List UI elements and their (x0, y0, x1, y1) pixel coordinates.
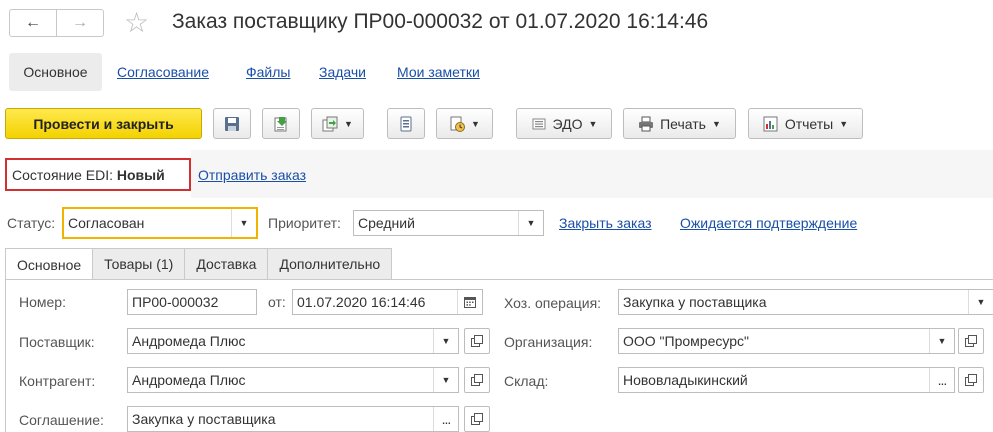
tab-additional[interactable]: Дополнительно (267, 248, 393, 279)
chevron-down-icon[interactable]: ▼ (433, 329, 458, 353)
create-based-icon (322, 116, 338, 131)
supplier-field[interactable]: Андромеда Плюс ▼ (127, 328, 459, 354)
chevron-down-icon: ▼ (711, 118, 721, 129)
open-form-icon (471, 335, 483, 347)
chevron-down-icon[interactable]: ▼ (968, 290, 993, 314)
contractor-label: Контрагент: (19, 373, 96, 389)
date-label: от: (268, 294, 286, 310)
awaiting-confirmation-link[interactable]: Ожидается подтверждение (680, 215, 857, 231)
number-value: ПР00-000032 (132, 294, 219, 310)
edi-bar-background (191, 150, 993, 198)
close-order-link[interactable]: Закрыть заказ (559, 215, 652, 231)
form-tabs: Основное Товары (1) Доставка Дополнитель… (5, 248, 393, 280)
date-field[interactable]: 01.07.2020 16:14:46 (292, 289, 483, 315)
open-warehouse-button[interactable] (958, 367, 984, 393)
organization-label: Организация: (504, 334, 593, 350)
open-contractor-button[interactable] (464, 367, 490, 393)
warehouse-label: Склад: (504, 373, 549, 389)
nav-item-notes[interactable]: Мои заметки (397, 64, 480, 80)
open-form-icon (965, 335, 977, 347)
chevron-down-icon[interactable]: ▼ (433, 368, 458, 392)
page-title: Заказ поставщику ПР00-000032 от 01.07.20… (172, 10, 709, 33)
supplier-value: Андромеда Плюс (132, 333, 246, 349)
post-and-close-button[interactable]: Провести и закрыть (5, 108, 202, 139)
priority-label: Приоритет: (268, 215, 341, 231)
status-label: Статус: (7, 215, 56, 231)
chevron-down-icon[interactable]: ▼ (518, 211, 543, 235)
organization-value: ООО "Промресурс" (623, 333, 749, 349)
open-form-icon (965, 374, 977, 386)
chevron-down-icon: ▼ (839, 118, 849, 129)
reports-button[interactable]: Отчеты ▼ (748, 108, 863, 139)
warehouse-value: Нововладыкинский (623, 372, 748, 388)
open-form-icon (471, 413, 483, 425)
status-select[interactable]: Согласован ▼ (62, 207, 258, 239)
tab-main[interactable]: Основное (5, 248, 94, 280)
chevron-down-icon[interactable]: ▼ (231, 209, 256, 237)
create-based-on-button[interactable]: ▼ (311, 108, 364, 139)
select-ellipsis-icon[interactable]: ... (929, 368, 954, 392)
contractor-field[interactable]: Андромеда Плюс ▼ (127, 367, 459, 393)
number-label: Номер: (19, 294, 66, 310)
list-icon (400, 116, 412, 131)
priority-select[interactable]: Средний ▼ (353, 210, 544, 236)
edo-label: ЭДО (552, 115, 583, 132)
operation-label: Хоз. операция: (504, 295, 602, 311)
printer-icon (639, 116, 654, 131)
warehouse-field[interactable]: Нововладыкинский ... (618, 367, 955, 393)
number-field[interactable]: ПР00-000032 (127, 289, 257, 315)
nav-item-approval[interactable]: Согласование (117, 64, 209, 80)
open-supplier-button[interactable] (464, 328, 490, 354)
tab-delivery[interactable]: Доставка (184, 248, 269, 279)
arrow-left-icon: ← (25, 14, 41, 31)
date-value: 01.07.2020 16:14:46 (297, 294, 426, 310)
save-button[interactable] (213, 108, 251, 139)
supplier-label: Поставщик: (19, 334, 95, 350)
chevron-down-icon: ▼ (344, 118, 353, 129)
calendar-icon[interactable] (457, 290, 482, 314)
edo-icon (532, 118, 546, 129)
chevron-down-icon: ▼ (588, 118, 598, 129)
report-chart-icon (763, 116, 778, 131)
priority-value: Средний (358, 215, 415, 231)
post-button[interactable] (262, 108, 300, 139)
document-journal-button[interactable] (387, 108, 425, 139)
star-icon[interactable]: ☆ (124, 9, 149, 37)
agreement-label: Соглашение: (19, 412, 104, 428)
operation-value: Закупка у поставщика (623, 294, 767, 310)
floppy-disk-icon (225, 116, 239, 131)
agreement-value: Закупка у поставщика (132, 411, 276, 427)
organization-field[interactable]: ООО "Промресурс" ▼ (618, 328, 955, 354)
print-label: Печать (660, 115, 706, 132)
attachments-button[interactable]: ▼ (436, 108, 493, 139)
open-form-icon (471, 374, 483, 386)
arrow-right-icon: → (72, 14, 88, 31)
status-value: Согласован (68, 215, 145, 231)
print-button[interactable]: Печать ▼ (623, 108, 736, 139)
nav-item-tasks[interactable]: Задачи (319, 64, 366, 80)
operation-select[interactable]: Закупка у поставщика ▼ (618, 289, 993, 315)
document-clock-icon (450, 116, 466, 132)
back-button[interactable]: ← (9, 9, 57, 37)
chevron-down-icon: ▼ (471, 118, 480, 129)
open-organization-button[interactable] (958, 328, 984, 354)
nav-item-files[interactable]: Файлы (246, 64, 290, 80)
post-document-icon (274, 116, 287, 131)
contractor-value: Андромеда Плюс (132, 372, 246, 388)
edi-state: Состояние EDI: Новый (5, 158, 191, 191)
agreement-field[interactable]: Закупка у поставщика ... (127, 406, 459, 432)
chevron-down-icon[interactable]: ▼ (929, 329, 954, 353)
open-agreement-button[interactable] (464, 406, 490, 432)
forward-button[interactable]: → (56, 9, 104, 37)
reports-label: Отчеты (784, 115, 834, 132)
nav-item-main[interactable]: Основное (9, 53, 102, 91)
tab-goods[interactable]: Товары (1) (92, 248, 186, 279)
select-ellipsis-icon[interactable]: ... (433, 407, 458, 431)
edi-state-value: Новый (116, 166, 165, 183)
send-order-link[interactable]: Отправить заказ (198, 167, 306, 183)
edo-button[interactable]: ЭДО ▼ (516, 108, 612, 139)
edi-state-label: Состояние EDI: (12, 166, 113, 183)
